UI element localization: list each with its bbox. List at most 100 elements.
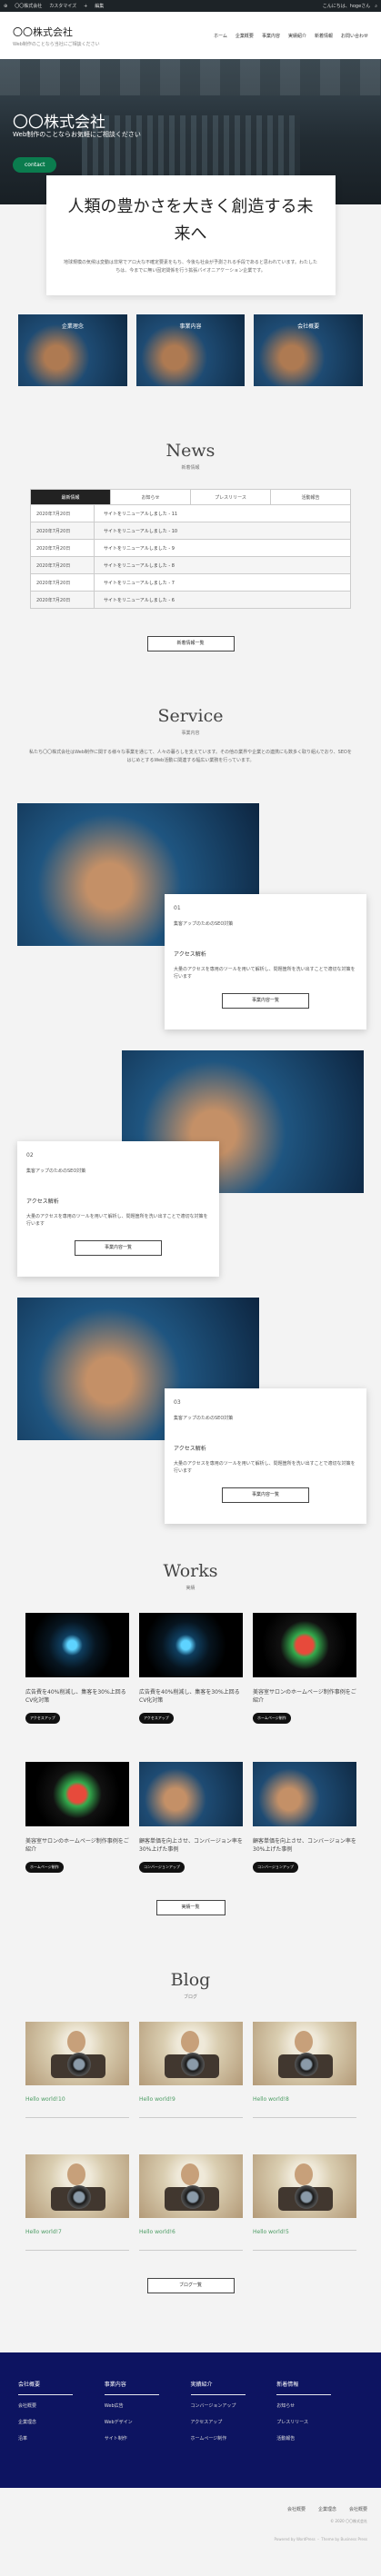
work-badge[interactable]: コンバージョンアップ [253,1862,298,1873]
news-row[interactable]: 2020年7月20日 サイトをリニューアルしました - 6 [31,592,350,609]
work-image[interactable] [139,1613,243,1677]
work-badge[interactable]: ホームページ制作 [253,1713,291,1724]
divider [25,2117,129,2118]
news-row[interactable]: 2020年7月20日 サイトをリニューアルしました - 10 [31,522,350,540]
work-badge[interactable]: ホームページ制作 [25,1862,64,1873]
footer-link[interactable]: 企業理念 [18,2419,105,2425]
footer-link[interactable]: Webデザイン [105,2419,191,2425]
news-title-link[interactable]: サイトをリニューアルしました - 9 [95,545,175,552]
news-date: 2020年7月20日 [31,505,95,522]
work-card[interactable]: 美容室サロンのホームページ制作事例をご紹介ホームページ制作 [25,1762,129,1873]
blog-image[interactable] [139,2154,243,2218]
blog-image[interactable] [253,2022,356,2085]
blog-image[interactable] [253,2154,356,2218]
nav-service[interactable]: 事業内容 [262,33,280,39]
service-more-button[interactable]: 事業内容一覧 [222,993,309,1009]
news-more-button[interactable]: 新着情報一覧 [146,636,235,651]
footer-link[interactable]: アクセスアップ [191,2419,277,2425]
tab-notice[interactable]: お知らせ [111,490,191,504]
blog-image[interactable] [139,2022,243,2085]
tab-press[interactable]: プレスリリース [191,490,271,504]
footer-link[interactable]: 沿革 [18,2435,105,2442]
work-card[interactable]: 美容室サロンのホームページ制作事例をご紹介ホームページ制作 [253,1613,356,1724]
blog-card[interactable]: Hello world!5 [253,2154,356,2251]
admin-greeting[interactable]: こんにちは、hogeさん [323,3,370,9]
blog-card[interactable]: Hello world!6 [139,2154,243,2251]
work-text[interactable]: 広告費を40%削減し、集客を30%上回るCV化対策 [25,1688,129,1705]
nav-works[interactable]: 実績紹介 [288,33,306,39]
footer-link[interactable]: ホームページ制作 [191,2435,277,2442]
footer-link[interactable]: プレスリリース [276,2419,363,2425]
work-image[interactable] [25,1762,129,1826]
site-title[interactable]: 〇〇株式会社 [13,25,100,39]
news-title-link[interactable]: サイトをリニューアルしました - 10 [95,528,177,534]
work-image[interactable] [25,1613,129,1677]
work-card[interactable]: 広告費を40%削減し、集客を30%上回るCV化対策アクセスアップ [25,1613,129,1724]
footer-link[interactable]: コンバージョンアップ [191,2402,277,2409]
service-more-button[interactable]: 事業内容一覧 [222,1487,309,1503]
work-badge[interactable]: アクセスアップ [25,1713,60,1724]
blog-card[interactable]: Hello world!8 [253,2022,356,2118]
blog-card[interactable]: Hello world!7 [25,2154,129,2251]
blog-link[interactable]: Hello world!6 [139,2229,243,2235]
work-text[interactable]: 顧客単価を向上させ、コンバージョン率を30%上げた事例 [139,1837,243,1854]
work-badge[interactable]: コンバージョンアップ [139,1862,185,1873]
subfooter-link[interactable]: 会社概要 [287,2506,306,2512]
news-row[interactable]: 2020年7月20日 サイトをリニューアルしました - 8 [31,557,350,574]
news-title-link[interactable]: サイトをリニューアルしました - 6 [95,597,175,603]
footer-link[interactable]: お知らせ [276,2402,363,2409]
tile-company[interactable]: 会社概要 [254,313,364,386]
blog-image[interactable] [25,2154,129,2218]
news-row[interactable]: 2020年7月20日 サイトをリニューアルしました - 9 [31,540,350,557]
news-title-link[interactable]: サイトをリニューアルしました - 8 [95,562,175,569]
work-text[interactable]: 顧客単価を向上させ、コンバージョン率を30%上げた事例 [253,1837,356,1854]
nav-news[interactable]: 新着情報 [315,33,333,39]
news-title-link[interactable]: サイトをリニューアルしました - 7 [95,580,175,586]
work-text[interactable]: 美容室サロンのホームページ制作事例をご紹介 [25,1837,129,1854]
work-text[interactable]: 美容室サロンのホームページ制作事例をご紹介 [253,1688,356,1705]
service-more-button[interactable]: 事業内容一覧 [75,1240,162,1256]
blog-link[interactable]: Hello world!7 [25,2229,129,2235]
footer-link[interactable]: サイト制作 [105,2435,191,2442]
tab-latest[interactable]: 最新情報 [31,490,111,504]
blog-link[interactable]: Hello world!8 [253,2096,356,2103]
tab-activity[interactable]: 活動報告 [271,490,350,504]
footer-link[interactable]: Web広告 [105,2402,191,2409]
work-card[interactable]: 顧客単価を向上させ、コンバージョン率を30%上げた事例コンバージョンアップ [139,1762,243,1873]
admin-edit[interactable]: 編集 [95,3,104,9]
wp-logo-icon[interactable]: ⊕ [4,4,7,9]
work-badge[interactable]: アクセスアップ [139,1713,174,1724]
subfooter-link[interactable]: 会社概要 [349,2506,367,2512]
blog-card[interactable]: Hello world!10 [25,2022,129,2118]
works-more-button[interactable]: 実績一覧 [155,1900,226,1915]
blog-link[interactable]: Hello world!9 [139,2096,243,2103]
work-text[interactable]: 広告費を40%削減し、集客を30%上回るCV化対策 [139,1688,243,1705]
subfooter-link[interactable]: 企業理念 [318,2506,336,2512]
nav-contact[interactable]: お問い合わせ [341,33,368,39]
admin-site-name[interactable]: 〇〇株式会社 [15,3,42,9]
nav-home[interactable]: ホーム [214,33,227,39]
blog-link[interactable]: Hello world!10 [25,2096,129,2103]
nav-company[interactable]: 企業概要 [236,33,254,39]
work-card[interactable]: 顧客単価を向上させ、コンバージョン率を30%上げた事例コンバージョンアップ [253,1762,356,1873]
work-image[interactable] [253,1762,356,1826]
blog-more-button[interactable]: ブログ一覧 [146,2278,235,2293]
work-card[interactable]: 広告費を40%削減し、集客を30%上回るCV化対策アクセスアップ [139,1613,243,1724]
footer-link[interactable]: 活動報告 [276,2435,363,2442]
admin-customize[interactable]: カスタマイズ [49,3,76,9]
work-image[interactable] [139,1762,243,1826]
blog-image[interactable] [25,2022,129,2085]
news-title-link[interactable]: サイトをリニューアルしました - 11 [95,511,177,517]
search-icon[interactable]: ⌕ [375,4,377,9]
footer-link[interactable]: 会社概要 [18,2402,105,2409]
tile-business[interactable]: 事業内容 [135,313,246,386]
blog-link[interactable]: Hello world!5 [253,2229,356,2235]
tile-philosophy[interactable]: 企業理念 [18,313,127,386]
news-row[interactable]: 2020年7月20日 サイトをリニューアルしました - 11 [31,505,350,522]
work-image[interactable] [253,1613,356,1677]
admin-new[interactable]: + [84,4,87,9]
site-header: 〇〇株式会社 Web制作のことなら当社にご相談ください ホーム 企業概要 事業内… [0,12,381,59]
contact-button[interactable]: contact [13,157,57,173]
news-row[interactable]: 2020年7月20日 サイトをリニューアルしました - 7 [31,574,350,592]
blog-card[interactable]: Hello world!9 [139,2022,243,2118]
